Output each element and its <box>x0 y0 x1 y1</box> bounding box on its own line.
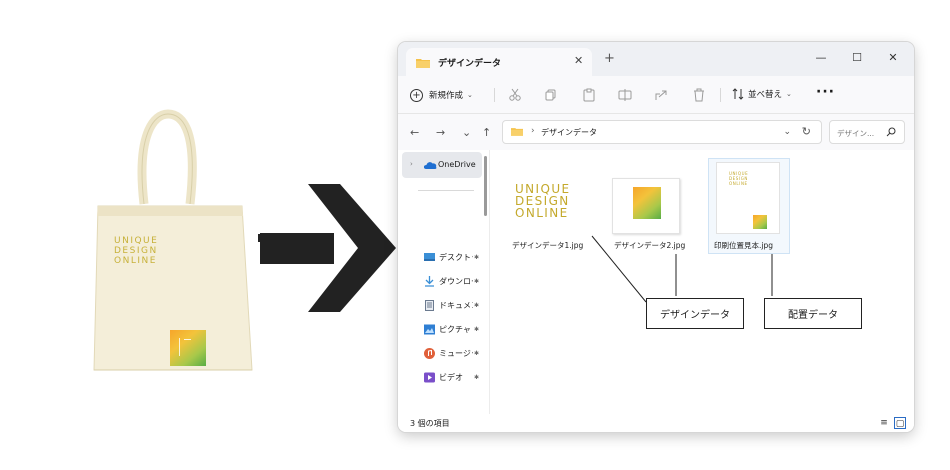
stage: UNIQUE DESIGN ONLINE デザインデータ ✕ + — ☐ ✕ +… <box>0 0 950 470</box>
callout-design-data: デザインデータ <box>646 298 744 329</box>
callout-placement-data: 配置データ <box>764 298 862 329</box>
callout-leaders <box>591 235 773 303</box>
